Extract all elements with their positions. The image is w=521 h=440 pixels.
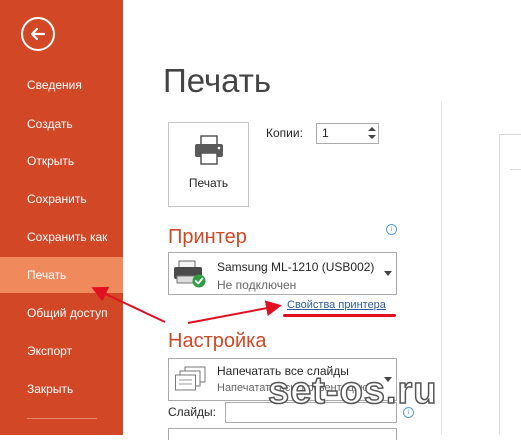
annotation-arrows <box>91 286 282 324</box>
watermark-text: set-os.ru <box>267 369 438 413</box>
arrow-to-printer-properties <box>187 300 282 324</box>
arrow-to-print-menu <box>91 286 166 323</box>
